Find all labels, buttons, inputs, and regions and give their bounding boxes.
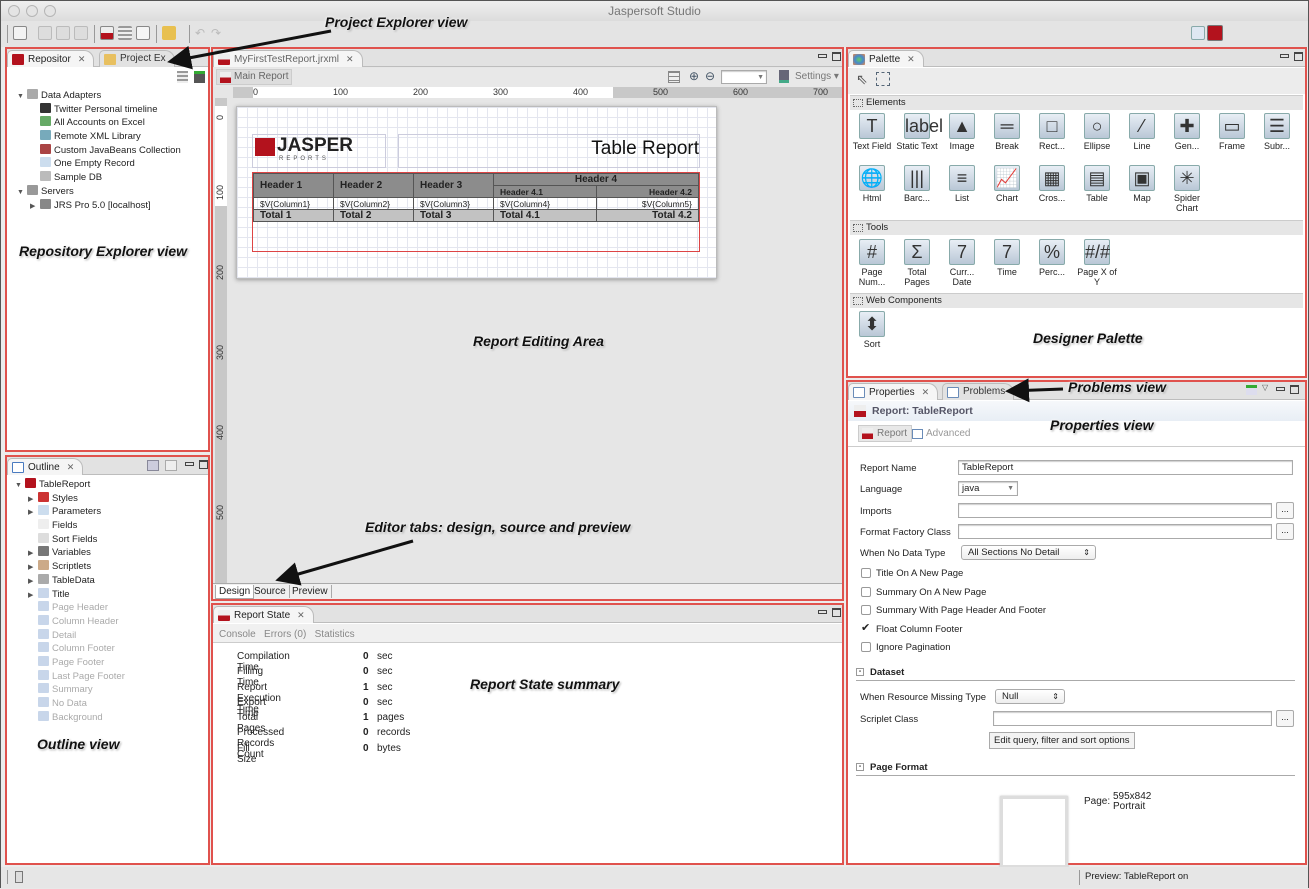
callout-project-explorer: Project Explorer view xyxy=(325,14,468,30)
callout-problems: Problems view xyxy=(1068,379,1167,395)
callout-properties: Properties view xyxy=(1050,417,1154,433)
app-window: Jaspersoft Studio ↶ ↷ Repositor ✕ Project… xyxy=(0,0,1309,888)
annotation-arrows xyxy=(167,29,1064,586)
callout-editing-area: Report Editing Area xyxy=(473,333,604,349)
project-explorer-arrow xyxy=(167,29,332,70)
callout-report-state: Report State summary xyxy=(470,676,620,692)
callout-editor-tabs: Editor tabs: design, source and preview xyxy=(365,519,631,535)
problems-arrow xyxy=(1005,378,1064,403)
editor-tabs-arrow xyxy=(275,539,414,586)
callout-designer-palette: Designer Palette xyxy=(1033,330,1143,346)
callout-outline: Outline view xyxy=(37,736,120,752)
callout-repository-explorer: Repository Explorer view xyxy=(19,243,188,259)
